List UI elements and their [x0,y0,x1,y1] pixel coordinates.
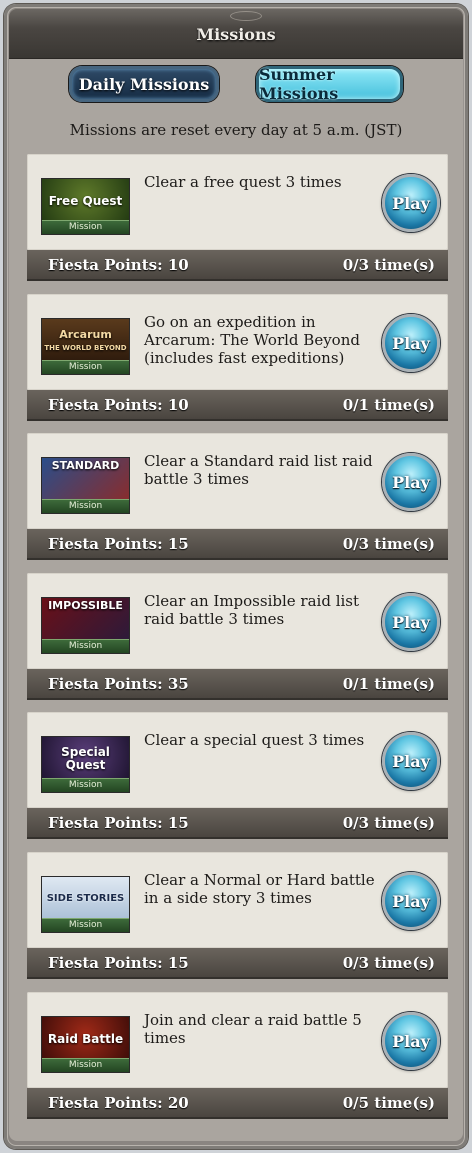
mission-description: Clear a free quest 3 times [144,173,342,191]
free-quest-thumbnail: Free Quest Mission [41,178,130,235]
mission-card: Special Quest Mission Clear a special qu… [27,712,448,839]
mission-progress: 0/5 time(s) [342,1094,435,1112]
mission-card-body: SIDE STORIES Mission Clear a Normal or H… [27,852,448,948]
special-quest-thumbnail: Special Quest Mission [41,736,130,793]
mission-status-bar: Fiesta Points: 10 0/3 time(s) [27,250,448,281]
mission-status-bar: Fiesta Points: 15 0/3 time(s) [27,948,448,979]
thumbnail-strip: Mission [42,1058,129,1072]
thumbnail-strip: Mission [42,360,129,374]
mission-status-bar: Fiesta Points: 10 0/1 time(s) [27,390,448,421]
thumbnail-strip: Mission [42,918,129,932]
thumbnail-title: IMPOSSIBLE [42,598,129,642]
fiesta-points: Fiesta Points: 15 [48,954,189,972]
mission-card: Arcarum THE WORLD BEYOND Mission Go on an… [27,294,448,421]
mission-progress: 0/1 time(s) [342,675,435,693]
thumbnail-title: SIDE STORIES [42,877,129,921]
fiesta-points: Fiesta Points: 20 [48,1094,189,1112]
mission-card-body: Special Quest Mission Clear a special qu… [27,712,448,808]
thumbnail-title: Free Quest [42,179,129,223]
raid-battle-thumbnail: Raid Battle Mission [41,1016,130,1073]
tab-summer-missions[interactable]: Summer Missions [256,65,403,103]
mission-card: STANDARD Mission Clear a Standard raid l… [27,433,448,560]
arcarum-thumbnail: Arcarum THE WORLD BEYOND Mission [41,318,130,375]
thumbnail-title: STANDARD [42,458,129,502]
thumbnail-title: Arcarum THE WORLD BEYOND [42,319,129,363]
mission-progress: 0/3 time(s) [342,814,435,832]
side-stories-thumbnail: SIDE STORIES Mission [41,876,130,933]
thumbnail-strip: Mission [42,220,129,234]
mission-description: Clear a Normal or Hard battle in a side … [144,871,375,907]
window-title: Missions [196,25,276,44]
play-button[interactable]: Play [382,314,440,372]
mission-progress: 0/3 time(s) [342,535,435,553]
play-button[interactable]: Play [382,453,440,511]
header-ornament [230,11,262,21]
thumbnail-strip: Mission [42,499,129,513]
fiesta-points: Fiesta Points: 15 [48,814,189,832]
impossible-raid-thumbnail: IMPOSSIBLE Mission [41,597,130,654]
mission-progress: 0/3 time(s) [342,954,435,972]
fiesta-points: Fiesta Points: 15 [48,535,189,553]
mission-description: Join and clear a raid battle 5 times [144,1011,362,1047]
thumbnail-strip: Mission [42,778,129,792]
thumbnail-title: Special Quest [42,737,129,781]
fiesta-points: Fiesta Points: 10 [48,396,189,414]
thumbnail-title: Raid Battle [42,1017,129,1061]
mission-progress: 0/3 time(s) [342,256,435,274]
mission-card: Raid Battle Mission Join and clear a rai… [27,992,448,1119]
mission-status-bar: Fiesta Points: 20 0/5 time(s) [27,1088,448,1119]
mission-status-bar: Fiesta Points: 15 0/3 time(s) [27,808,448,839]
mission-card-body: STANDARD Mission Clear a Standard raid l… [27,433,448,529]
standard-raid-thumbnail: STANDARD Mission [41,457,130,514]
play-button[interactable]: Play [382,1012,440,1070]
mission-card-body: Free Quest Mission Clear a free quest 3 … [27,154,448,250]
mission-card: IMPOSSIBLE Mission Clear an Impossible r… [27,573,448,700]
mission-description: Go on an expedition in Arcarum: The Worl… [144,313,360,367]
fiesta-points: Fiesta Points: 10 [48,256,189,274]
thumbnail-strip: Mission [42,639,129,653]
play-button[interactable]: Play [382,872,440,930]
tab-daily-missions[interactable]: Daily Missions [69,66,219,102]
mission-card-body: Raid Battle Mission Join and clear a rai… [27,992,448,1088]
play-button[interactable]: Play [382,174,440,232]
mission-description: Clear a special quest 3 times [144,731,365,749]
mission-card-body: IMPOSSIBLE Mission Clear an Impossible r… [27,573,448,669]
fiesta-points: Fiesta Points: 35 [48,675,189,693]
mission-card: SIDE STORIES Mission Clear a Normal or H… [27,852,448,979]
mission-status-bar: Fiesta Points: 35 0/1 time(s) [27,669,448,700]
play-button[interactable]: Play [382,593,440,651]
reset-note: Missions are reset every day at 5 a.m. (… [69,121,403,139]
window-header: Missions [9,8,463,59]
play-button[interactable]: Play [382,732,440,790]
mission-description: Clear a Standard raid list raid battle 3… [144,452,373,488]
mission-card-body: Arcarum THE WORLD BEYOND Mission Go on an… [27,294,448,390]
mission-progress: 0/1 time(s) [342,396,435,414]
mission-status-bar: Fiesta Points: 15 0/3 time(s) [27,529,448,560]
mission-description: Clear an Impossible raid list raid battl… [144,592,360,628]
mission-card: Free Quest Mission Clear a free quest 3 … [27,154,448,281]
